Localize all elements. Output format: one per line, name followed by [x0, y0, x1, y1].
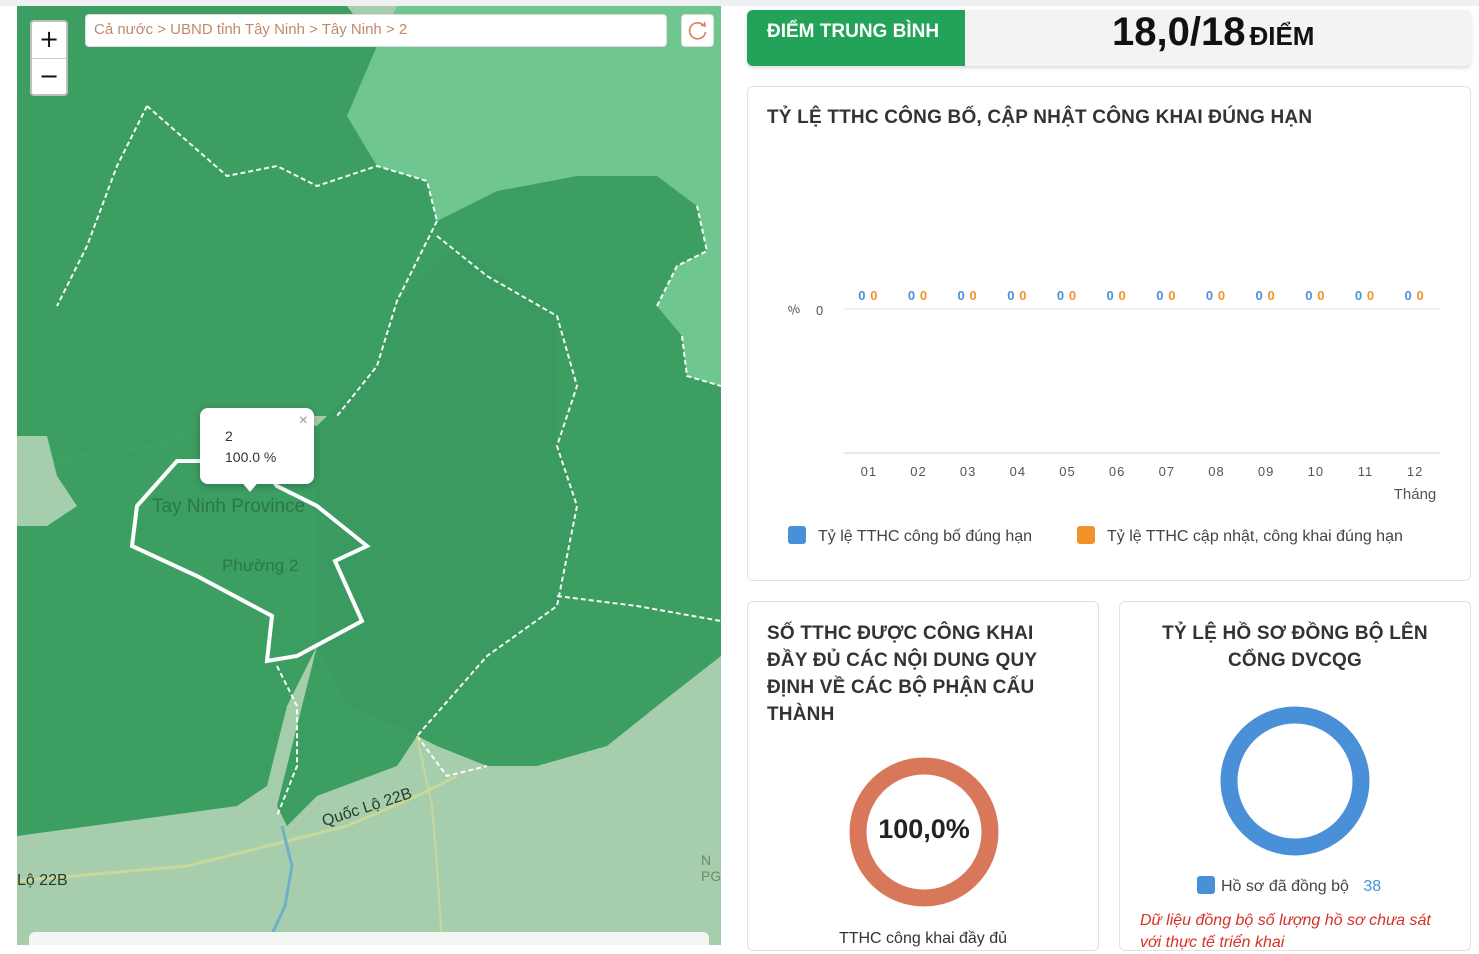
data-label: 0	[1256, 288, 1263, 303]
map-label-province: Tay Ninh Province	[152, 496, 306, 517]
y-tick-label: 0	[816, 303, 823, 318]
popup-close-icon[interactable]: ×	[299, 412, 308, 430]
data-label: 0	[1355, 288, 1362, 303]
data-label: 0	[1206, 288, 1213, 303]
sync-note-line: Dữ liệu đồng bộ số lượng hồ sơ chưa sát	[1140, 912, 1431, 929]
x-tick-label: 05	[1059, 464, 1075, 479]
x-tick-label: 03	[960, 464, 976, 479]
full-disclosure-caption: TTHC công khai đầy đủ	[838, 930, 1008, 947]
data-label: 0	[1367, 288, 1374, 303]
sync-donut	[1220, 706, 1370, 856]
data-label: 0	[1417, 288, 1424, 303]
legend-label-published: Tỷ lệ TTHC công bố đúng hạn	[818, 528, 1033, 545]
legend-item-updated[interactable]: Tỷ lệ TTHC cập nhật, công khai đúng hạn	[1077, 526, 1403, 546]
popup-value: 100.0 %	[225, 449, 277, 465]
map-footer-strip	[29, 932, 709, 945]
map-label-ward: Phường 2	[222, 556, 299, 575]
donut-ring	[1220, 706, 1370, 856]
popup-tip	[240, 480, 260, 492]
x-tick-label: 11	[1358, 464, 1374, 479]
x-tick-label: 10	[1308, 464, 1324, 479]
data-label: 0	[1405, 288, 1412, 303]
data-label: 0	[1107, 288, 1114, 303]
data-label: 0	[858, 288, 865, 303]
title-line: TỶ LỆ HỒ SƠ ĐỒNG BỘ LÊN	[1162, 623, 1428, 644]
x-tick-label: 06	[1109, 464, 1125, 479]
data-label: 0	[958, 288, 965, 303]
title-line: ĐỊNH VỀ CÁC BỘ PHẬN CẤU	[767, 677, 1035, 698]
breadcrumb[interactable]: Cả nước > UBND tỉnh Tây Ninh > Tây Ninh …	[85, 14, 667, 47]
map-edge-label: N PG	[701, 852, 721, 884]
data-label: 0	[1119, 288, 1126, 303]
data-label: 0	[1317, 288, 1324, 303]
legend-count-synced: 38	[1363, 878, 1382, 895]
data-label: 0	[1268, 288, 1275, 303]
data-label: 0	[920, 288, 927, 303]
x-tick-label: 02	[910, 464, 926, 479]
road-label-lo22b: Lộ 22B	[17, 872, 68, 889]
title-line: CỔNG DVCQG	[1228, 650, 1362, 671]
sync-rate-title: TỶ LỆ HỒ SƠ ĐỒNG BỘ LÊN CỔNG DVCQG	[1120, 620, 1470, 674]
x-tick-label: 07	[1159, 464, 1175, 479]
x-tick-label: 01	[861, 464, 877, 479]
score-unit: ĐIỂM	[1249, 21, 1315, 51]
x-tick-label: 04	[1010, 464, 1026, 479]
full-disclosure-title: SỐ TTHC ĐƯỢC CÔNG KHAI ĐẦY ĐỦ CÁC NỘI DU…	[767, 620, 1037, 728]
left-gutter	[0, 6, 18, 945]
refresh-icon	[688, 21, 707, 40]
full-disclosure-percent: 100,0%	[878, 814, 970, 844]
average-score-label: ĐIỂM TRUNG BÌNH	[747, 10, 965, 66]
legend-label-updated: Tỷ lệ TTHC cập nhật, công khai đúng hạn	[1107, 528, 1403, 545]
average-score-bar: ĐIỂM TRUNG BÌNH 18,0/18 ĐIỂM	[747, 10, 1471, 66]
data-label: 0	[970, 288, 977, 303]
map-panel[interactable]: + − Cả nước > UBND tỉnh Tây Ninh > Tây N…	[17, 6, 721, 945]
title-line: THÀNH	[767, 704, 835, 725]
legend-swatch-blue	[788, 526, 806, 544]
data-label: 0	[870, 288, 877, 303]
sync-note-line: với thực tế triển khai	[1140, 934, 1285, 951]
refresh-button[interactable]	[681, 14, 714, 47]
zoom-out-button[interactable]: −	[32, 59, 66, 95]
legend-swatch-synced	[1197, 876, 1215, 894]
legend-item-synced[interactable]: Hồ sơ đã đồng bộ 38	[1197, 876, 1381, 896]
data-label: 0	[1019, 288, 1026, 303]
zoom-in-button[interactable]: +	[32, 22, 66, 59]
y-axis-unit: %	[786, 301, 801, 319]
legend-swatch-orange	[1077, 526, 1095, 544]
legend-item-published[interactable]: Tỷ lệ TTHC công bố đúng hạn	[788, 526, 1032, 546]
sync-rate-card: TỶ LỆ HỒ SƠ ĐỒNG BỘ LÊN CỔNG DVCQG Hồ sơ…	[1119, 601, 1471, 951]
score-number: 18,0/18	[1112, 10, 1246, 54]
data-label: 0	[1069, 288, 1076, 303]
timeliness-chart: % 00 0010 0020 0030 0040 0050 0060 0070 0080 0090 0…	[786, 288, 1440, 503]
x-tick-label: 08	[1208, 464, 1224, 479]
average-score-value: 18,0/18 ĐIỂM	[1112, 10, 1314, 55]
data-label: 0	[1057, 288, 1064, 303]
sync-note: Dữ liệu đồng bộ số lượng hồ sơ chưa sát …	[1140, 910, 1431, 954]
legend-label-synced: Hồ sơ đã đồng bộ	[1221, 878, 1349, 895]
data-label: 0	[1156, 288, 1163, 303]
data-label: 0	[1218, 288, 1225, 303]
x-tick-label: 12	[1407, 464, 1423, 479]
popup-name: 2	[225, 428, 233, 444]
full-disclosure-card: SỐ TTHC ĐƯỢC CÔNG KHAI ĐẦY ĐỦ CÁC NỘI DU…	[747, 601, 1099, 951]
zoom-control: + −	[30, 20, 68, 96]
data-label: 0	[1305, 288, 1312, 303]
title-line: SỐ TTHC ĐƯỢC CÔNG KHAI	[767, 623, 1034, 644]
timeliness-chart-card: TỶ LỆ TTHC CÔNG BỐ, CẬP NHẬT CÔNG KHAI Đ…	[747, 86, 1471, 581]
title-line: ĐẦY ĐỦ CÁC NỘI DUNG QUY	[767, 650, 1038, 671]
data-label: 0	[908, 288, 915, 303]
map-popup: × 2 100.0 %	[200, 408, 314, 492]
x-tick-label: 09	[1258, 464, 1274, 479]
data-label: 0	[1007, 288, 1014, 303]
x-axis-label: Tháng	[1394, 486, 1437, 503]
road-line-vertical	[416, 735, 443, 945]
data-label: 0	[1168, 288, 1175, 303]
